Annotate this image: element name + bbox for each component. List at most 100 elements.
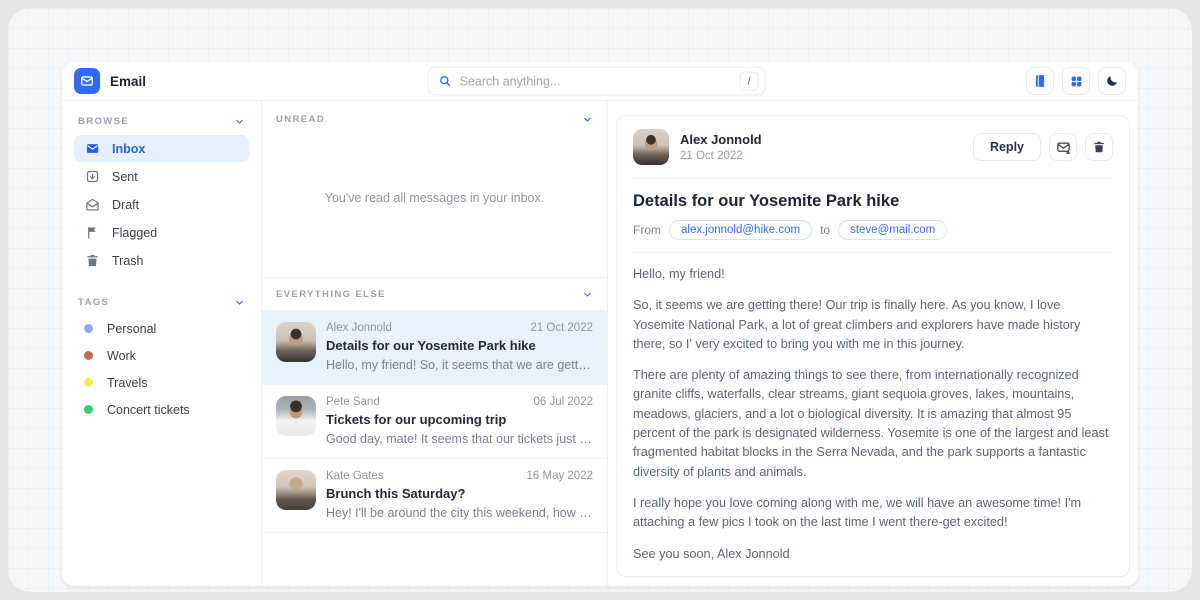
avatar: [276, 470, 316, 510]
tag-item-concert-tickets[interactable]: Concert tickets: [74, 396, 249, 423]
mail-date: 16 May 2022: [527, 470, 594, 482]
tag-label: Work: [107, 349, 136, 363]
sidebar-item-trash[interactable]: Trash: [74, 247, 249, 274]
avatar: [633, 129, 669, 165]
detail-subject: Details for our Yosemite Park hike: [633, 192, 1113, 211]
body-paragraph: I really hope you love coming along with…: [633, 494, 1113, 533]
mail-forward-icon: [1056, 140, 1071, 155]
email-app-window: Email /: [62, 62, 1138, 586]
desktop-background: Email /: [8, 8, 1192, 592]
book-icon: [1033, 74, 1047, 88]
reply-button[interactable]: Reply: [973, 133, 1041, 161]
mail-item-body: Alex Jonnold 21 Oct 2022 Details for our…: [326, 322, 593, 372]
detail-sender-name: Alex Jonnold: [680, 132, 762, 147]
contacts-button[interactable]: [1026, 67, 1054, 95]
tag-color-dot: [84, 405, 93, 414]
unread-section: UNREAD You've read all messages in your …: [262, 101, 607, 277]
mail-preview: Hey! I'll be around the city this weeken…: [326, 506, 593, 520]
from-label: From: [633, 223, 661, 237]
to-label: to: [820, 223, 830, 237]
everything-else-header: EVERYTHING ELSE: [262, 278, 607, 311]
dark-mode-button[interactable]: [1098, 67, 1126, 95]
mail-date: 21 Oct 2022: [530, 322, 593, 334]
draft-icon: [84, 197, 100, 213]
sidebar: BROWSE Inbox Sent: [62, 101, 262, 586]
delete-mail-button[interactable]: [1085, 133, 1113, 161]
search-bar[interactable]: /: [428, 67, 766, 96]
email-logo-icon: [74, 68, 100, 94]
search-icon: [439, 75, 452, 88]
mail-sender: Alex Jonnold: [326, 322, 392, 334]
detail-sender-block: Alex Jonnold 21 Oct 2022: [680, 132, 762, 162]
apps-button[interactable]: [1062, 67, 1090, 95]
tag-item-work[interactable]: Work: [74, 342, 249, 369]
sidebar-item-label: Trash: [112, 254, 144, 268]
body-paragraph: So, it seems we are getting there! Our t…: [633, 296, 1113, 354]
divider: [633, 252, 1113, 253]
mail-list-item[interactable]: Alex Jonnold 21 Oct 2022 Details for our…: [262, 311, 607, 385]
sidebar-item-label: Inbox: [112, 142, 145, 156]
app-title: Email: [110, 74, 146, 89]
from-address-chip[interactable]: alex.jonnold@hike.com: [669, 220, 812, 240]
mail-list-item[interactable]: Pete Sand 06 Jul 2022 Tickets for our up…: [262, 385, 607, 459]
moon-icon: [1105, 74, 1119, 88]
message-body: Hello, my friend! So, it seems we are ge…: [633, 265, 1113, 564]
detail-actions: Reply: [973, 133, 1113, 161]
app-brand: Email: [74, 68, 146, 94]
detail-header: Alex Jonnold 21 Oct 2022 Reply: [633, 129, 1113, 179]
tag-color-dot: [84, 378, 93, 387]
chevron-down-icon[interactable]: [234, 297, 245, 308]
mail-date: 06 Jul 2022: [534, 396, 593, 408]
mail-preview: Good day, mate! It seems that our ticket…: [326, 432, 593, 446]
mail-preview: Hello, my friend! So, it seems that we a…: [326, 358, 593, 372]
chevron-down-icon[interactable]: [582, 114, 593, 125]
tag-label: Concert tickets: [107, 403, 190, 417]
unread-section-header: UNREAD: [262, 101, 607, 133]
detail-date: 21 Oct 2022: [680, 150, 762, 162]
tag-item-personal[interactable]: Personal: [74, 315, 249, 342]
body-paragraph: Hello, my friend!: [633, 265, 1113, 284]
trash-icon: [84, 253, 100, 269]
mail-list-item[interactable]: Kate Gates 16 May 2022 Brunch this Satur…: [262, 459, 607, 533]
unread-empty-message: You've read all messages in your inbox.: [262, 133, 607, 277]
mail-item-body: Pete Sand 06 Jul 2022 Tickets for our up…: [326, 396, 593, 446]
browse-section-header: BROWSE: [74, 107, 249, 134]
tag-item-travels[interactable]: Travels: [74, 369, 249, 396]
sidebar-item-label: Draft: [112, 198, 139, 212]
main-columns: BROWSE Inbox Sent: [62, 101, 1138, 586]
tag-label: Travels: [107, 376, 148, 390]
mail-item-body: Kate Gates 16 May 2022 Brunch this Satur…: [326, 470, 593, 520]
inbox-icon: [84, 141, 100, 157]
divider: [633, 576, 1113, 577]
unread-label: UNREAD: [276, 114, 325, 125]
sidebar-item-sent[interactable]: Sent: [74, 163, 249, 190]
avatar: [276, 322, 316, 362]
chevron-down-icon[interactable]: [582, 289, 593, 300]
flag-icon: [84, 225, 100, 241]
body-paragraph: See you soon, Alex Jonnold: [633, 545, 1113, 564]
sidebar-item-draft[interactable]: Draft: [74, 191, 249, 218]
mail-subject: Tickets for our upcoming trip: [326, 412, 593, 427]
tags-label: TAGS: [78, 297, 109, 308]
mail-subject: Brunch this Saturday?: [326, 486, 593, 501]
mail-subject: Details for our Yosemite Park hike: [326, 338, 593, 353]
sent-icon: [84, 169, 100, 185]
sidebar-item-label: Flagged: [112, 226, 157, 240]
message-detail-column: Alex Jonnold 21 Oct 2022 Reply: [608, 101, 1138, 586]
body-paragraph: There are plenty of amazing things to se…: [633, 366, 1113, 482]
sidebar-item-flagged[interactable]: Flagged: [74, 219, 249, 246]
mail-sender: Kate Gates: [326, 470, 384, 482]
tags-section-header: TAGS: [74, 288, 249, 315]
chevron-down-icon[interactable]: [234, 116, 245, 127]
avatar: [276, 396, 316, 436]
from-to-row: From alex.jonnold@hike.com to steve@mail…: [633, 220, 1113, 240]
to-address-chip[interactable]: steve@mail.com: [838, 220, 947, 240]
mail-sender: Pete Sand: [326, 396, 380, 408]
sidebar-item-inbox[interactable]: Inbox: [74, 135, 249, 162]
search-input[interactable]: [460, 74, 732, 88]
everything-else-section: EVERYTHING ELSE: [262, 277, 607, 311]
sidebar-item-label: Sent: [112, 170, 138, 184]
grid-icon: [1070, 75, 1083, 88]
browse-label: BROWSE: [78, 116, 129, 127]
forward-mail-button[interactable]: [1049, 133, 1077, 161]
